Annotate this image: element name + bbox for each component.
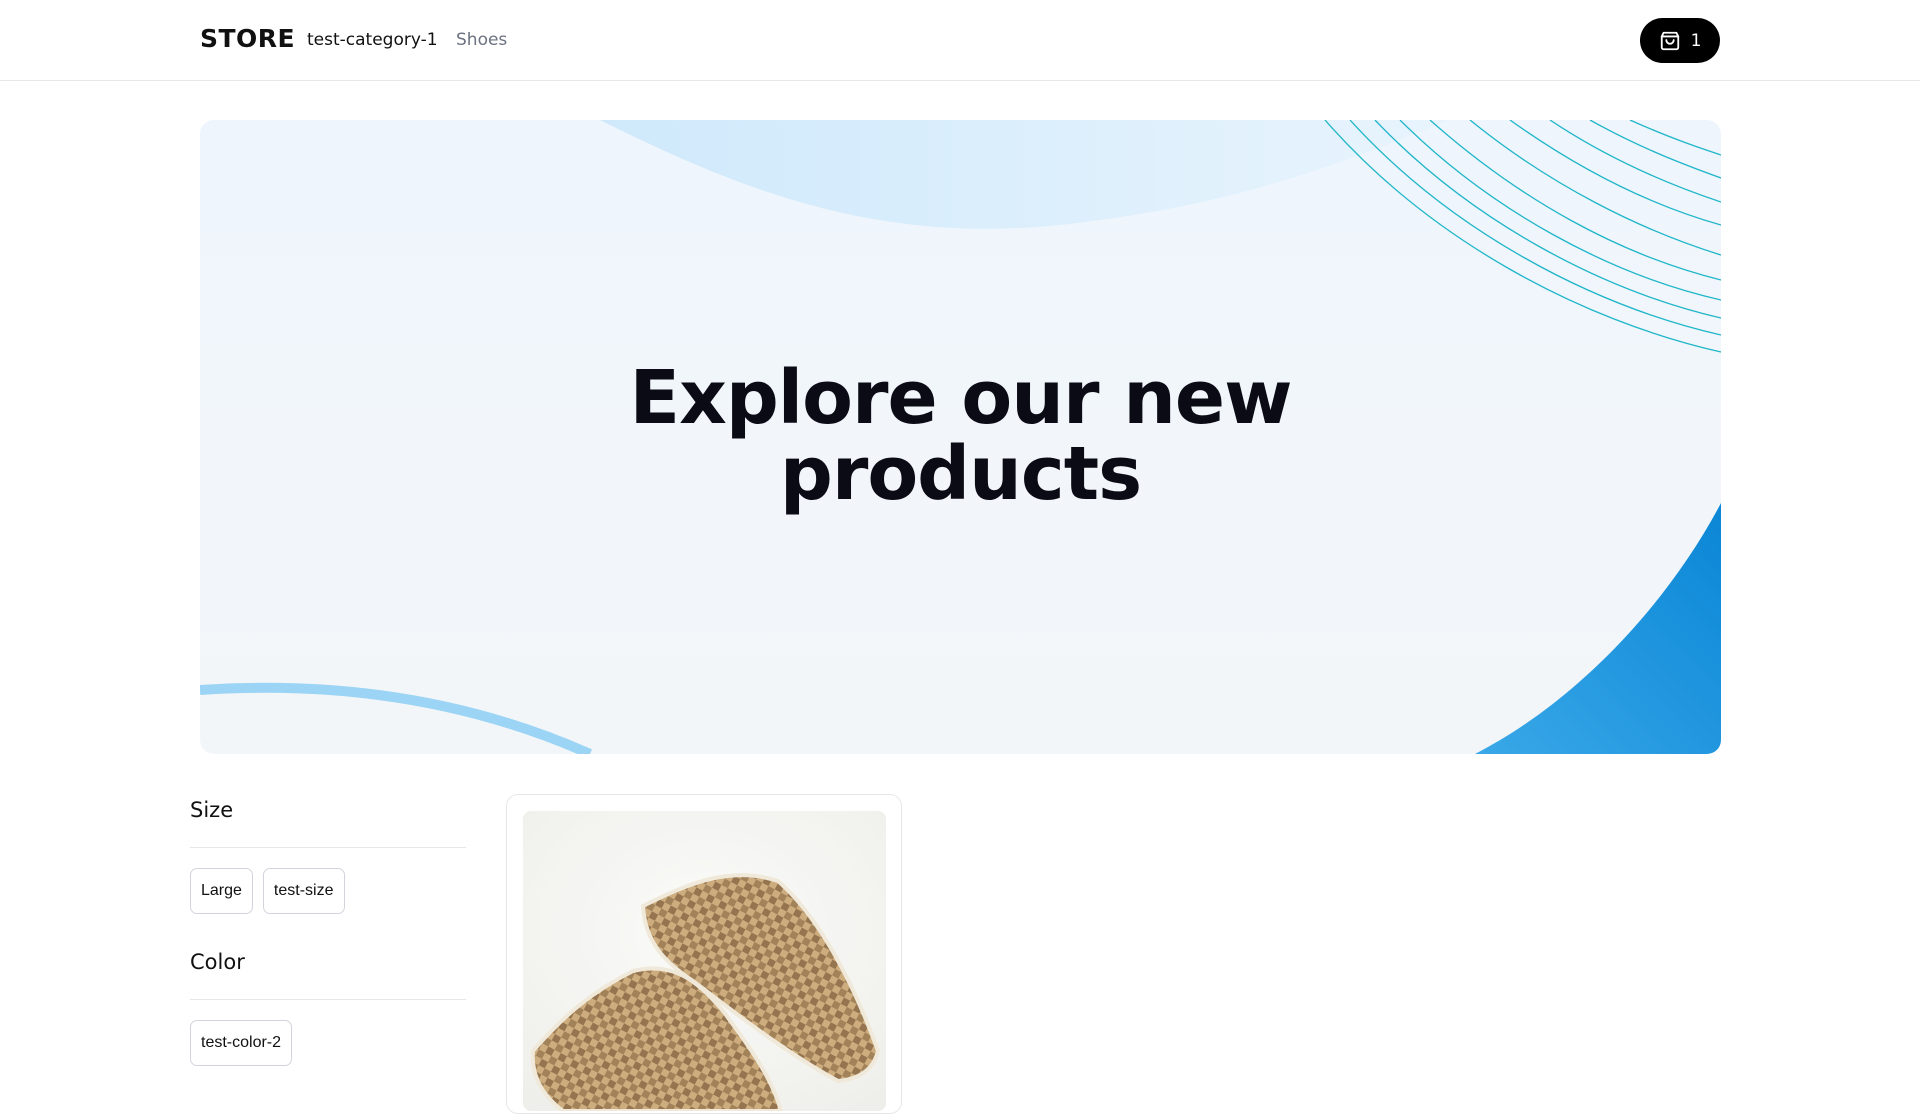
filters-sidebar: Size Large test-size Color test-color-2: [190, 790, 466, 1066]
size-option-test-size[interactable]: test-size: [262, 868, 345, 914]
color-filter-heading: Color: [190, 942, 466, 1000]
size-filter-heading: Size: [190, 790, 466, 848]
size-filter: Size Large test-size: [190, 790, 466, 914]
hero-title: Explore our new products: [629, 355, 1293, 517]
color-option-test-color-2[interactable]: test-color-2: [190, 1020, 293, 1066]
hero-banner: Explore our new products: [200, 120, 1721, 754]
size-option-large[interactable]: Large: [190, 868, 253, 914]
store-logo[interactable]: STORE: [200, 24, 295, 53]
nav-link-shoes[interactable]: Shoes: [456, 30, 507, 50]
color-filter: Color test-color-2: [190, 942, 466, 1066]
cart-button[interactable]: 1: [1640, 18, 1720, 63]
shopping-bag-icon: [1659, 30, 1681, 52]
nav-link-test-category-1[interactable]: test-category-1: [307, 30, 438, 50]
cart-count: 1: [1690, 30, 1702, 51]
product-card[interactable]: [506, 794, 902, 1114]
product-image[interactable]: [523, 811, 886, 1111]
top-navigation: STORE test-category-1 Shoes 1: [0, 0, 1920, 81]
